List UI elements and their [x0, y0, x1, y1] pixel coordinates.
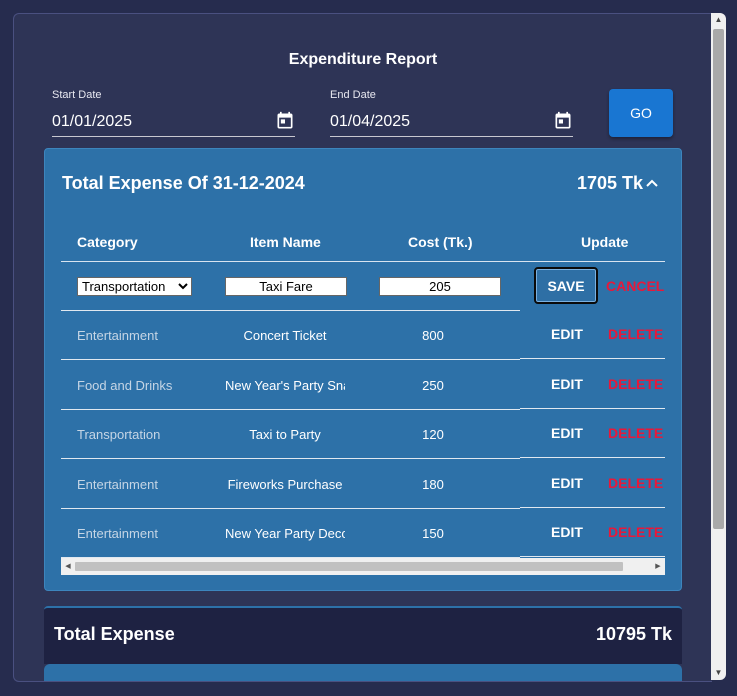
next-expense-card	[44, 664, 682, 681]
table-row: Transportation Taxi to Party 120 EDIT DE…	[61, 410, 665, 459]
cost-input[interactable]	[379, 277, 501, 296]
cell-cost: 180	[422, 477, 444, 492]
edit-button[interactable]: EDIT	[551, 326, 583, 342]
edit-button[interactable]: EDIT	[551, 425, 583, 441]
cell-cost: 250	[422, 378, 444, 393]
calendar-icon[interactable]	[275, 111, 295, 131]
delete-button[interactable]: DELETE	[608, 475, 663, 491]
column-header-category: Category	[77, 234, 138, 250]
table-row: Food and Drinks New Year's Party Snacks …	[61, 361, 665, 410]
vertical-scroll-thumb[interactable]	[713, 29, 724, 529]
table-row: Entertainment Concert Ticket 800 EDIT DE…	[61, 311, 665, 360]
cell-cost: 120	[422, 427, 444, 442]
cell-category: Entertainment	[77, 526, 158, 541]
column-header-item-name: Item Name	[250, 234, 321, 250]
end-date-underline	[330, 136, 573, 137]
scroll-right-icon[interactable]: ▶	[651, 558, 665, 575]
go-button[interactable]: GO	[609, 89, 673, 137]
end-date-value[interactable]: 01/04/2025	[330, 113, 410, 131]
grand-total-bar: Total Expense 10795 Tk	[44, 606, 682, 664]
horizontal-scrollbar[interactable]: ◀ ▶	[61, 558, 665, 575]
scroll-down-icon[interactable]: ▼	[711, 666, 726, 680]
cell-category: Entertainment	[77, 328, 158, 343]
cancel-button[interactable]: CANCEL	[606, 278, 664, 294]
horizontal-scroll-thumb[interactable]	[75, 562, 623, 571]
category-select[interactable]: Transportation	[77, 277, 192, 296]
row-divider	[520, 507, 665, 508]
expense-table: Category Item Name Cost (Tk.) Update Tra…	[61, 221, 665, 576]
calendar-icon[interactable]	[553, 111, 573, 131]
delete-button[interactable]: DELETE	[608, 425, 663, 441]
row-divider	[520, 457, 665, 458]
delete-button[interactable]: DELETE	[608, 326, 663, 342]
column-header-update: Update	[581, 234, 629, 250]
column-header-cost: Cost (Tk.)	[408, 234, 473, 250]
cell-cost: 150	[422, 526, 444, 541]
edit-button[interactable]: EDIT	[551, 524, 583, 540]
table-row-editing: Transportation SAVE CANCEL	[61, 262, 665, 311]
start-date-label: Start Date	[52, 89, 102, 101]
cell-item-name: Taxi to Party	[249, 427, 321, 442]
app-frame: Expenditure Report Start Date 01/01/2025…	[13, 13, 712, 682]
day-expense-card: Total Expense Of 31-12-2024 1705 Tk Cate…	[44, 148, 682, 591]
cell-cost: 800	[422, 328, 444, 343]
start-date-value[interactable]: 01/01/2025	[52, 113, 132, 131]
scroll-left-icon[interactable]: ◀	[61, 558, 75, 575]
table-row: Entertainment New Year Party Decorations…	[61, 509, 665, 558]
cell-category: Transportation	[77, 427, 161, 442]
item-name-input[interactable]	[225, 277, 347, 296]
row-divider	[61, 359, 520, 360]
chevron-up-icon[interactable]	[645, 176, 659, 190]
start-date-underline	[52, 136, 295, 137]
day-card-total: 1705 Tk	[576, 173, 643, 193]
cell-item-name: Fireworks Purchase	[227, 477, 343, 492]
delete-button[interactable]: DELETE	[608, 524, 663, 540]
vertical-scrollbar[interactable]: ▲ ▼	[711, 13, 726, 680]
page-title: Expenditure Report	[288, 51, 438, 68]
scroll-up-icon[interactable]: ▲	[711, 13, 726, 27]
save-button[interactable]: SAVE	[534, 267, 598, 304]
table-header: Category Item Name Cost (Tk.) Update	[61, 221, 665, 262]
edit-button[interactable]: EDIT	[551, 376, 583, 392]
edit-button[interactable]: EDIT	[551, 475, 583, 491]
cell-item-name: New Year's Party Snacks	[225, 378, 345, 393]
row-divider	[520, 556, 665, 557]
row-divider	[520, 408, 665, 409]
delete-button[interactable]: DELETE	[608, 376, 663, 392]
table-row: Entertainment Fireworks Purchase 180 EDI…	[61, 460, 665, 509]
day-card-title: Total Expense Of 31-12-2024	[62, 173, 305, 193]
end-date-label: End Date	[330, 89, 376, 101]
grand-total-label: Total Expense	[54, 624, 175, 644]
cell-category: Entertainment	[77, 477, 158, 492]
grand-total-value: 10795 Tk	[595, 624, 672, 644]
cell-item-name: Concert Ticket	[243, 328, 327, 343]
row-divider	[61, 458, 520, 459]
row-divider	[520, 358, 665, 359]
cell-item-name: New Year Party Decorations	[225, 526, 345, 541]
cell-category: Food and Drinks	[77, 378, 173, 393]
